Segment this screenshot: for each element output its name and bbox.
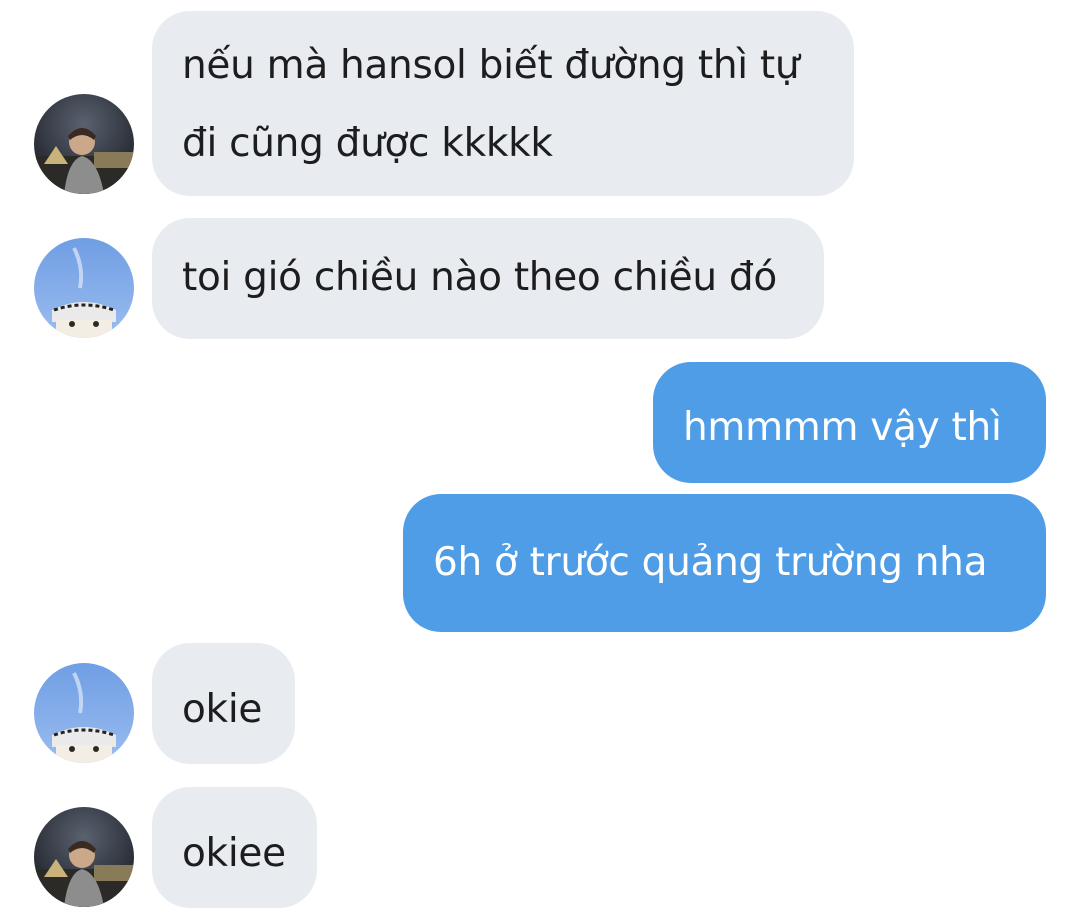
avatar[interactable] — [34, 238, 134, 338]
message-line: hmmmm vậy thì — [683, 405, 1002, 450]
message-bubble-outgoing[interactable]: 6h ở trước quảng trường nha — [403, 494, 1046, 632]
message-line: okiee — [182, 831, 286, 876]
avatar-night-photo-icon — [34, 807, 134, 907]
avatar-night-photo-icon — [34, 94, 134, 194]
avatar[interactable] — [34, 807, 134, 907]
avatar[interactable] — [34, 663, 134, 763]
avatar-sky-photo-icon — [34, 238, 134, 338]
message-line: 6h ở trước quảng trường nha — [433, 540, 988, 585]
avatar-sky-photo-icon — [34, 663, 134, 763]
message-bubble-incoming[interactable]: toi gió chiều nào theo chiều đó — [152, 218, 824, 339]
message-bubble-incoming[interactable]: okie — [152, 643, 295, 764]
message-bubble-outgoing[interactable]: hmmmm vậy thì — [653, 362, 1046, 483]
message-line: đi cũng được kkkkk — [182, 121, 553, 166]
message-bubble-incoming[interactable]: okiee — [152, 787, 317, 908]
message-bubble-incoming[interactable]: nếu mà hansol biết đường thì tự đi cũng … — [152, 11, 854, 196]
message-line: nếu mà hansol biết đường thì tự — [182, 43, 800, 88]
avatar[interactable] — [34, 94, 134, 194]
message-line: okie — [182, 687, 263, 732]
message-line: toi gió chiều nào theo chiều đó — [182, 255, 777, 300]
